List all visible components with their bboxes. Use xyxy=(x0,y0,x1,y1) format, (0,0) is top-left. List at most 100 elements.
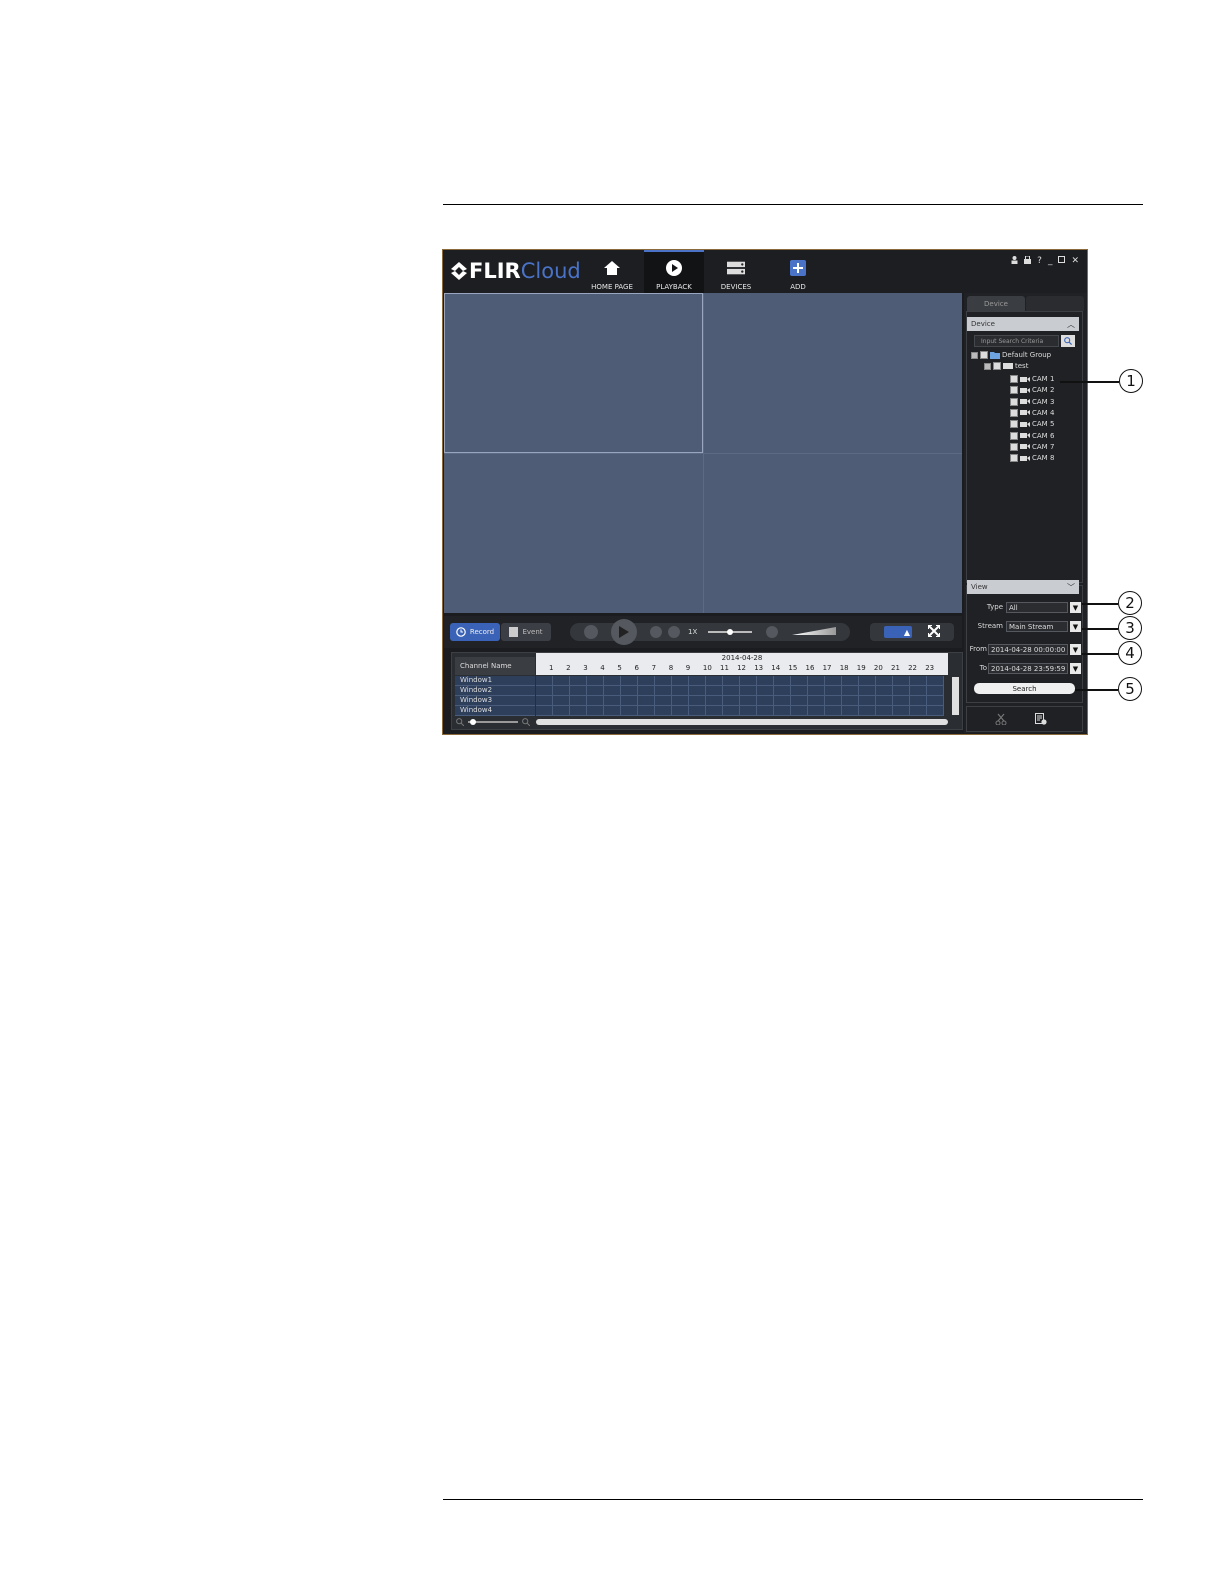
device-search-input[interactable]: Input Search Criteria xyxy=(974,335,1059,347)
timeline-cell[interactable] xyxy=(672,676,689,686)
timeline-cell[interactable] xyxy=(689,676,706,686)
timeline-cell[interactable] xyxy=(859,696,876,706)
camera-checkbox[interactable] xyxy=(1010,420,1018,429)
nav-home-page[interactable]: HOME PAGE xyxy=(582,250,642,293)
timeline-cell[interactable] xyxy=(757,706,774,716)
tree-expand-icon[interactable] xyxy=(971,351,978,359)
timeline-cell[interactable] xyxy=(587,696,604,706)
camera-checkbox[interactable] xyxy=(1010,442,1018,451)
timeline-vertical-scrollbar[interactable] xyxy=(952,677,959,715)
stop-button[interactable] xyxy=(650,626,662,638)
timeline-cell[interactable] xyxy=(927,686,944,696)
tree-device-test[interactable]: test xyxy=(984,362,1028,370)
timeline-cell[interactable] xyxy=(791,696,808,706)
timeline-cell[interactable] xyxy=(621,686,638,696)
timeline-cell[interactable] xyxy=(672,706,689,716)
timeline-cell[interactable] xyxy=(655,686,672,696)
timeline-cell[interactable] xyxy=(910,686,927,696)
speed-slider-thumb[interactable] xyxy=(727,629,733,635)
timeline-cell[interactable] xyxy=(757,686,774,696)
tree-camera-item[interactable]: CAM 5 xyxy=(1010,420,1054,429)
tree-camera-item[interactable]: CAM 3 xyxy=(1010,397,1054,406)
camera-checkbox[interactable] xyxy=(1010,375,1018,383)
lock-icon[interactable] xyxy=(1024,255,1032,267)
type-select[interactable]: All xyxy=(1006,602,1068,613)
view-section-header[interactable]: View ﹀ xyxy=(967,580,1079,594)
timeline-cell[interactable] xyxy=(655,676,672,686)
timeline-cell[interactable] xyxy=(553,706,570,716)
device-checkbox[interactable] xyxy=(993,362,1001,370)
video-window-2[interactable] xyxy=(704,293,962,453)
channel-row[interactable]: Window4 xyxy=(455,706,535,716)
timeline-cell[interactable] xyxy=(672,696,689,706)
timeline-cell[interactable] xyxy=(723,706,740,716)
tree-camera-item[interactable]: CAM 7 xyxy=(1010,442,1054,451)
tree-camera-item[interactable]: CAM 8 xyxy=(1010,454,1054,463)
to-dropdown-icon[interactable]: ▼ xyxy=(1070,663,1081,674)
timeline-cell[interactable] xyxy=(706,686,723,696)
timeline-cell[interactable] xyxy=(689,706,706,716)
tree-camera-item[interactable]: CAM 4 xyxy=(1010,408,1054,417)
timeline-cell[interactable] xyxy=(825,686,842,696)
timeline-cell[interactable] xyxy=(740,676,757,686)
timeline-cell[interactable] xyxy=(638,686,655,696)
download-list-icon[interactable] xyxy=(1035,713,1047,725)
timeline-cell[interactable] xyxy=(536,696,553,706)
timeline-cell[interactable] xyxy=(910,706,927,716)
timeline-cell[interactable] xyxy=(621,696,638,706)
timeline-cell[interactable] xyxy=(638,706,655,716)
video-window-1[interactable] xyxy=(444,293,703,453)
timeline-cell[interactable] xyxy=(808,706,825,716)
scissors-icon[interactable] xyxy=(995,713,1007,725)
event-mode-button[interactable]: Event xyxy=(501,623,551,641)
timeline-cell[interactable] xyxy=(791,686,808,696)
timeline-grid[interactable] xyxy=(536,676,944,716)
nav-playback[interactable]: PLAYBACK xyxy=(644,250,704,293)
nav-devices[interactable]: DEVICES xyxy=(706,250,766,293)
timeline-cell[interactable] xyxy=(604,706,621,716)
timeline-cell[interactable] xyxy=(587,686,604,696)
tree-camera-item[interactable]: CAM 6 xyxy=(1010,431,1054,440)
tree-camera-item[interactable]: CAM 1 xyxy=(1010,375,1054,383)
timeline-cell[interactable] xyxy=(553,676,570,686)
timeline-cell[interactable] xyxy=(876,676,893,686)
timeline-cell[interactable] xyxy=(621,676,638,686)
search-icon[interactable] xyxy=(1061,335,1075,347)
timeline-cell[interactable] xyxy=(587,706,604,716)
timeline-cell[interactable] xyxy=(638,696,655,706)
collapse-icon[interactable]: ︿ xyxy=(1067,319,1075,330)
timeline-cell[interactable] xyxy=(876,696,893,706)
nav-add[interactable]: ADD xyxy=(768,250,828,293)
close-button[interactable]: ✕ xyxy=(1071,256,1079,267)
timeline-cell[interactable] xyxy=(740,706,757,716)
timeline-cell[interactable] xyxy=(808,676,825,686)
minimize-button[interactable]: _ xyxy=(1048,256,1053,267)
video-window-4[interactable] xyxy=(704,454,962,613)
timeline-cell[interactable] xyxy=(842,676,859,686)
timeline-horizontal-scrollbar[interactable] xyxy=(536,719,948,725)
camera-checkbox[interactable] xyxy=(1010,431,1018,440)
timeline-cell[interactable] xyxy=(740,686,757,696)
timeline-cell[interactable] xyxy=(893,696,910,706)
user-icon[interactable] xyxy=(1011,256,1018,267)
timeline-cell[interactable] xyxy=(570,706,587,716)
record-mode-button[interactable]: Record xyxy=(450,623,500,641)
zoom-slider-thumb[interactable] xyxy=(470,719,476,725)
device-section-header[interactable]: Device ︿ xyxy=(967,317,1079,331)
timeline-cell[interactable] xyxy=(859,706,876,716)
timeline-cell[interactable] xyxy=(859,676,876,686)
expand-icon[interactable]: ﹀ xyxy=(1067,582,1075,593)
timeline-cell[interactable] xyxy=(791,676,808,686)
timeline-cell[interactable] xyxy=(859,686,876,696)
camera-checkbox[interactable] xyxy=(1010,454,1018,463)
timeline-cell[interactable] xyxy=(587,676,604,686)
timeline-cell[interactable] xyxy=(825,696,842,706)
video-window-3[interactable] xyxy=(444,454,703,613)
type-dropdown-icon[interactable]: ▼ xyxy=(1070,602,1081,613)
timeline-cell[interactable] xyxy=(876,706,893,716)
timeline-cell[interactable] xyxy=(604,676,621,686)
tree-camera-item[interactable]: CAM 2 xyxy=(1010,386,1054,395)
channel-row[interactable]: Window1 xyxy=(455,676,535,686)
timeline-cell[interactable] xyxy=(706,676,723,686)
timeline-cell[interactable] xyxy=(757,696,774,706)
